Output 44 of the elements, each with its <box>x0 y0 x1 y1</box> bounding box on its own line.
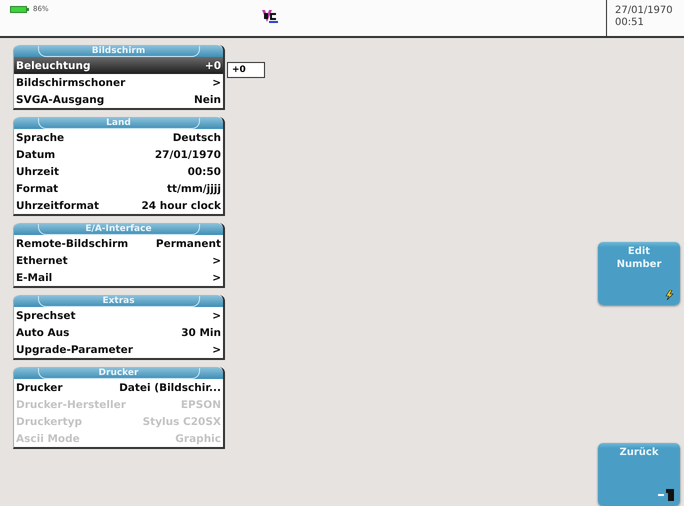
setting-label: Bildschirmschoner <box>16 76 126 88</box>
setting-label: Drucker <box>16 382 63 394</box>
setting-value: > <box>212 344 221 356</box>
setting-label: Datum <box>16 148 56 160</box>
setting-value: 00:50 <box>188 166 221 178</box>
setting-value: Nein <box>194 94 221 106</box>
setting-label: Ethernet <box>16 254 68 266</box>
input-field[interactable]: +0 <box>227 62 265 78</box>
setting-label: Format <box>16 182 58 194</box>
setting-label: Ascii Mode <box>16 432 80 444</box>
setting-label: Beleuchtung <box>16 60 91 72</box>
setting-value: 30 Min <box>181 326 221 338</box>
setting-label: Upgrade-Parameter <box>16 344 133 356</box>
date-text: 27/01/1970 <box>615 5 674 17</box>
setting-value: Datei (Bildschir... <box>119 382 221 394</box>
logo-icon <box>260 8 280 24</box>
setting-value: > <box>212 272 221 284</box>
setting-label: Remote-Bildschirm <box>16 238 128 250</box>
setting-label: Uhrzeitformat <box>16 200 100 212</box>
setting-value: > <box>212 254 221 266</box>
setting-label: Auto Aus <box>16 326 70 338</box>
settings-row[interactable]: Beleuchtung +0 <box>14 57 223 74</box>
battery-icon <box>10 6 29 12</box>
setting-value: +0 <box>204 60 221 72</box>
setting-value: Stylus C20SX <box>142 416 221 428</box>
setting-label: E-Mail <box>16 272 52 284</box>
setting-value: EPSON <box>180 398 221 410</box>
setting-label: Drucker-Hersteller <box>16 398 126 410</box>
setting-label: Druckertyp <box>16 416 82 428</box>
setting-value: 24 hour clock <box>141 200 221 212</box>
setting-value: Permanent <box>156 238 221 250</box>
setting-label: Sprechset <box>16 310 76 322</box>
setting-label: Sprache <box>16 132 64 144</box>
setting-label: Uhrzeit <box>16 166 60 178</box>
setting-value: Deutsch <box>172 132 221 144</box>
setting-value: tt/mm/jjjj <box>167 182 221 194</box>
setting-value: > <box>212 310 221 322</box>
setting-value: 27/01/1970 <box>154 148 221 160</box>
setting-value: > <box>212 76 221 88</box>
time-text: 00:51 <box>615 17 645 29</box>
setting-value: Graphic <box>175 432 221 444</box>
setting-label: SVGA-Ausgang <box>16 94 104 106</box>
lightning-icon <box>665 290 674 300</box>
back-arrow-icon <box>658 489 674 501</box>
